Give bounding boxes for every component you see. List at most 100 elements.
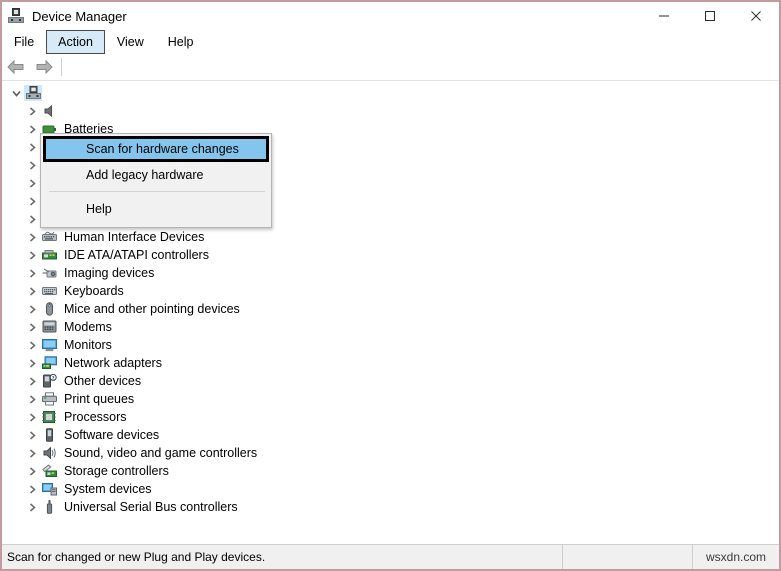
tree-item-modems[interactable]: Modems xyxy=(2,318,779,336)
tree-item-label: Print queues xyxy=(64,392,135,406)
tree-item-label: Other devices xyxy=(64,374,142,388)
tree-item-label: Universal Serial Bus controllers xyxy=(64,500,238,514)
computer-icon xyxy=(24,85,42,101)
chevron-right-icon[interactable] xyxy=(24,376,40,386)
window-title: Device Manager xyxy=(32,8,127,24)
usb-icon xyxy=(40,499,58,515)
menu-file[interactable]: File xyxy=(2,30,46,54)
chevron-right-icon[interactable] xyxy=(24,484,40,494)
device-manager-window: Device Manager File Action View Help Bat… xyxy=(0,0,781,571)
tree-item-monitors[interactable]: Monitors xyxy=(2,336,779,354)
tree-item-print-queues[interactable]: Print queues xyxy=(2,390,779,408)
tree-item-label: Sound, video and game controllers xyxy=(64,446,258,460)
chevron-right-icon[interactable] xyxy=(24,286,40,296)
keyboard-icon xyxy=(40,283,58,299)
status-message: Scan for changed or new Plug and Play de… xyxy=(2,545,563,569)
chevron-down-icon[interactable] xyxy=(8,89,24,98)
menu-action[interactable]: Action xyxy=(46,30,105,54)
tree-item-keyboards[interactable]: Keyboards xyxy=(2,282,779,300)
tree-item-label: Keyboards xyxy=(64,284,124,298)
tree-root-node[interactable] xyxy=(2,84,779,102)
tree-item-label: Human Interface Devices xyxy=(64,230,205,244)
close-button[interactable] xyxy=(733,2,779,30)
tree-item-system-devices[interactable]: System devices xyxy=(2,480,779,498)
status-bar: Scan for changed or new Plug and Play de… xyxy=(2,545,779,569)
menu-help[interactable]: Help xyxy=(156,30,206,54)
menu-separator xyxy=(49,191,265,192)
processor-icon xyxy=(40,409,58,425)
software-device-icon xyxy=(40,427,58,443)
chevron-right-icon[interactable] xyxy=(24,322,40,332)
tree-item-label: Mice and other pointing devices xyxy=(64,302,240,316)
tree-item-label: Imaging devices xyxy=(64,266,155,280)
chevron-right-icon[interactable] xyxy=(24,124,40,134)
chevron-right-icon[interactable] xyxy=(24,160,40,170)
storage-controller-icon xyxy=(40,463,58,479)
audio-icon xyxy=(40,103,58,119)
chevron-right-icon[interactable] xyxy=(24,250,40,260)
tree-item-label: Storage controllers xyxy=(64,464,169,478)
tree-item-label: Monitors xyxy=(64,338,112,352)
chevron-right-icon[interactable] xyxy=(24,178,40,188)
toolbar-separator xyxy=(61,58,62,76)
watermark: wsxdn.com xyxy=(705,550,767,564)
chevron-right-icon[interactable] xyxy=(24,268,40,278)
ide-controller-icon xyxy=(40,247,58,263)
tree-item-label: IDE ATA/ATAPI controllers xyxy=(64,248,209,262)
maximize-button[interactable] xyxy=(687,2,733,30)
device-tree-panel[interactable]: Batteries Bluetooth xyxy=(2,81,779,545)
network-adapter-icon xyxy=(40,355,58,371)
forward-button[interactable] xyxy=(30,55,58,79)
tree-item-other-devices[interactable]: ? Other devices xyxy=(2,372,779,390)
chevron-right-icon[interactable] xyxy=(24,214,40,224)
tree-item-label: Network adapters xyxy=(64,356,162,370)
menu-item-help[interactable]: Help xyxy=(41,196,271,221)
chevron-right-icon[interactable] xyxy=(24,466,40,476)
chevron-right-icon[interactable] xyxy=(24,340,40,350)
tree-item-universal-serial-bus-controllers[interactable]: Universal Serial Bus controllers xyxy=(2,498,779,516)
tree-item-sound-video-and-game-controllers[interactable]: Sound, video and game controllers xyxy=(2,444,779,462)
menu-view[interactable]: View xyxy=(105,30,156,54)
chevron-right-icon[interactable] xyxy=(24,142,40,152)
tree-item-storage-controllers[interactable]: Storage controllers xyxy=(2,462,779,480)
imaging-device-icon xyxy=(40,265,58,281)
tree-item-label: Processors xyxy=(64,410,127,424)
minimize-button[interactable] xyxy=(641,2,687,30)
forward-arrow-icon xyxy=(36,59,53,75)
chevron-right-icon[interactable] xyxy=(24,232,40,242)
tree-item-label: Modems xyxy=(64,320,112,334)
chevron-right-icon[interactable] xyxy=(24,106,40,116)
tree-item-imaging-devices[interactable]: Imaging devices xyxy=(2,264,779,282)
chevron-right-icon[interactable] xyxy=(24,196,40,206)
tree-item-human-interface-devices[interactable]: Human Interface Devices xyxy=(2,228,779,246)
other-device-icon: ? xyxy=(40,373,58,389)
printer-icon xyxy=(40,391,58,407)
tree-item-network-adapters[interactable]: Network adapters xyxy=(2,354,779,372)
chevron-right-icon[interactable] xyxy=(24,502,40,512)
chevron-right-icon[interactable] xyxy=(24,430,40,440)
chevron-right-icon[interactable] xyxy=(24,394,40,404)
chevron-right-icon[interactable] xyxy=(24,304,40,314)
action-dropdown-menu[interactable]: Scan for hardware changes Add legacy har… xyxy=(40,133,272,228)
menu-item-add-legacy-hardware[interactable]: Add legacy hardware xyxy=(41,162,271,187)
chevron-right-icon[interactable] xyxy=(24,358,40,368)
speaker-icon xyxy=(40,445,58,461)
window-controls xyxy=(641,2,779,30)
tree-item-ide-ata-atapi-controllers[interactable]: IDE ATA/ATAPI controllers xyxy=(2,246,779,264)
back-button[interactable] xyxy=(2,55,30,79)
title-bar: Device Manager xyxy=(2,2,779,30)
menu-item-scan-for-hardware-changes[interactable]: Scan for hardware changes xyxy=(43,136,269,162)
chevron-right-icon[interactable] xyxy=(24,448,40,458)
tree-item-audio[interactable] xyxy=(2,102,779,120)
device-manager-icon xyxy=(8,8,24,24)
menu-bar: File Action View Help xyxy=(2,30,779,54)
system-device-icon xyxy=(40,481,58,497)
chevron-right-icon[interactable] xyxy=(24,412,40,422)
svg-text:?: ? xyxy=(51,375,54,381)
tree-item-label: System devices xyxy=(64,482,152,496)
tree-item-mice-and-other-pointing-devices[interactable]: Mice and other pointing devices xyxy=(2,300,779,318)
tree-item-software-devices[interactable]: Software devices xyxy=(2,426,779,444)
tree-item-processors[interactable]: Processors xyxy=(2,408,779,426)
back-arrow-icon xyxy=(7,59,24,75)
toolbar xyxy=(2,54,779,81)
